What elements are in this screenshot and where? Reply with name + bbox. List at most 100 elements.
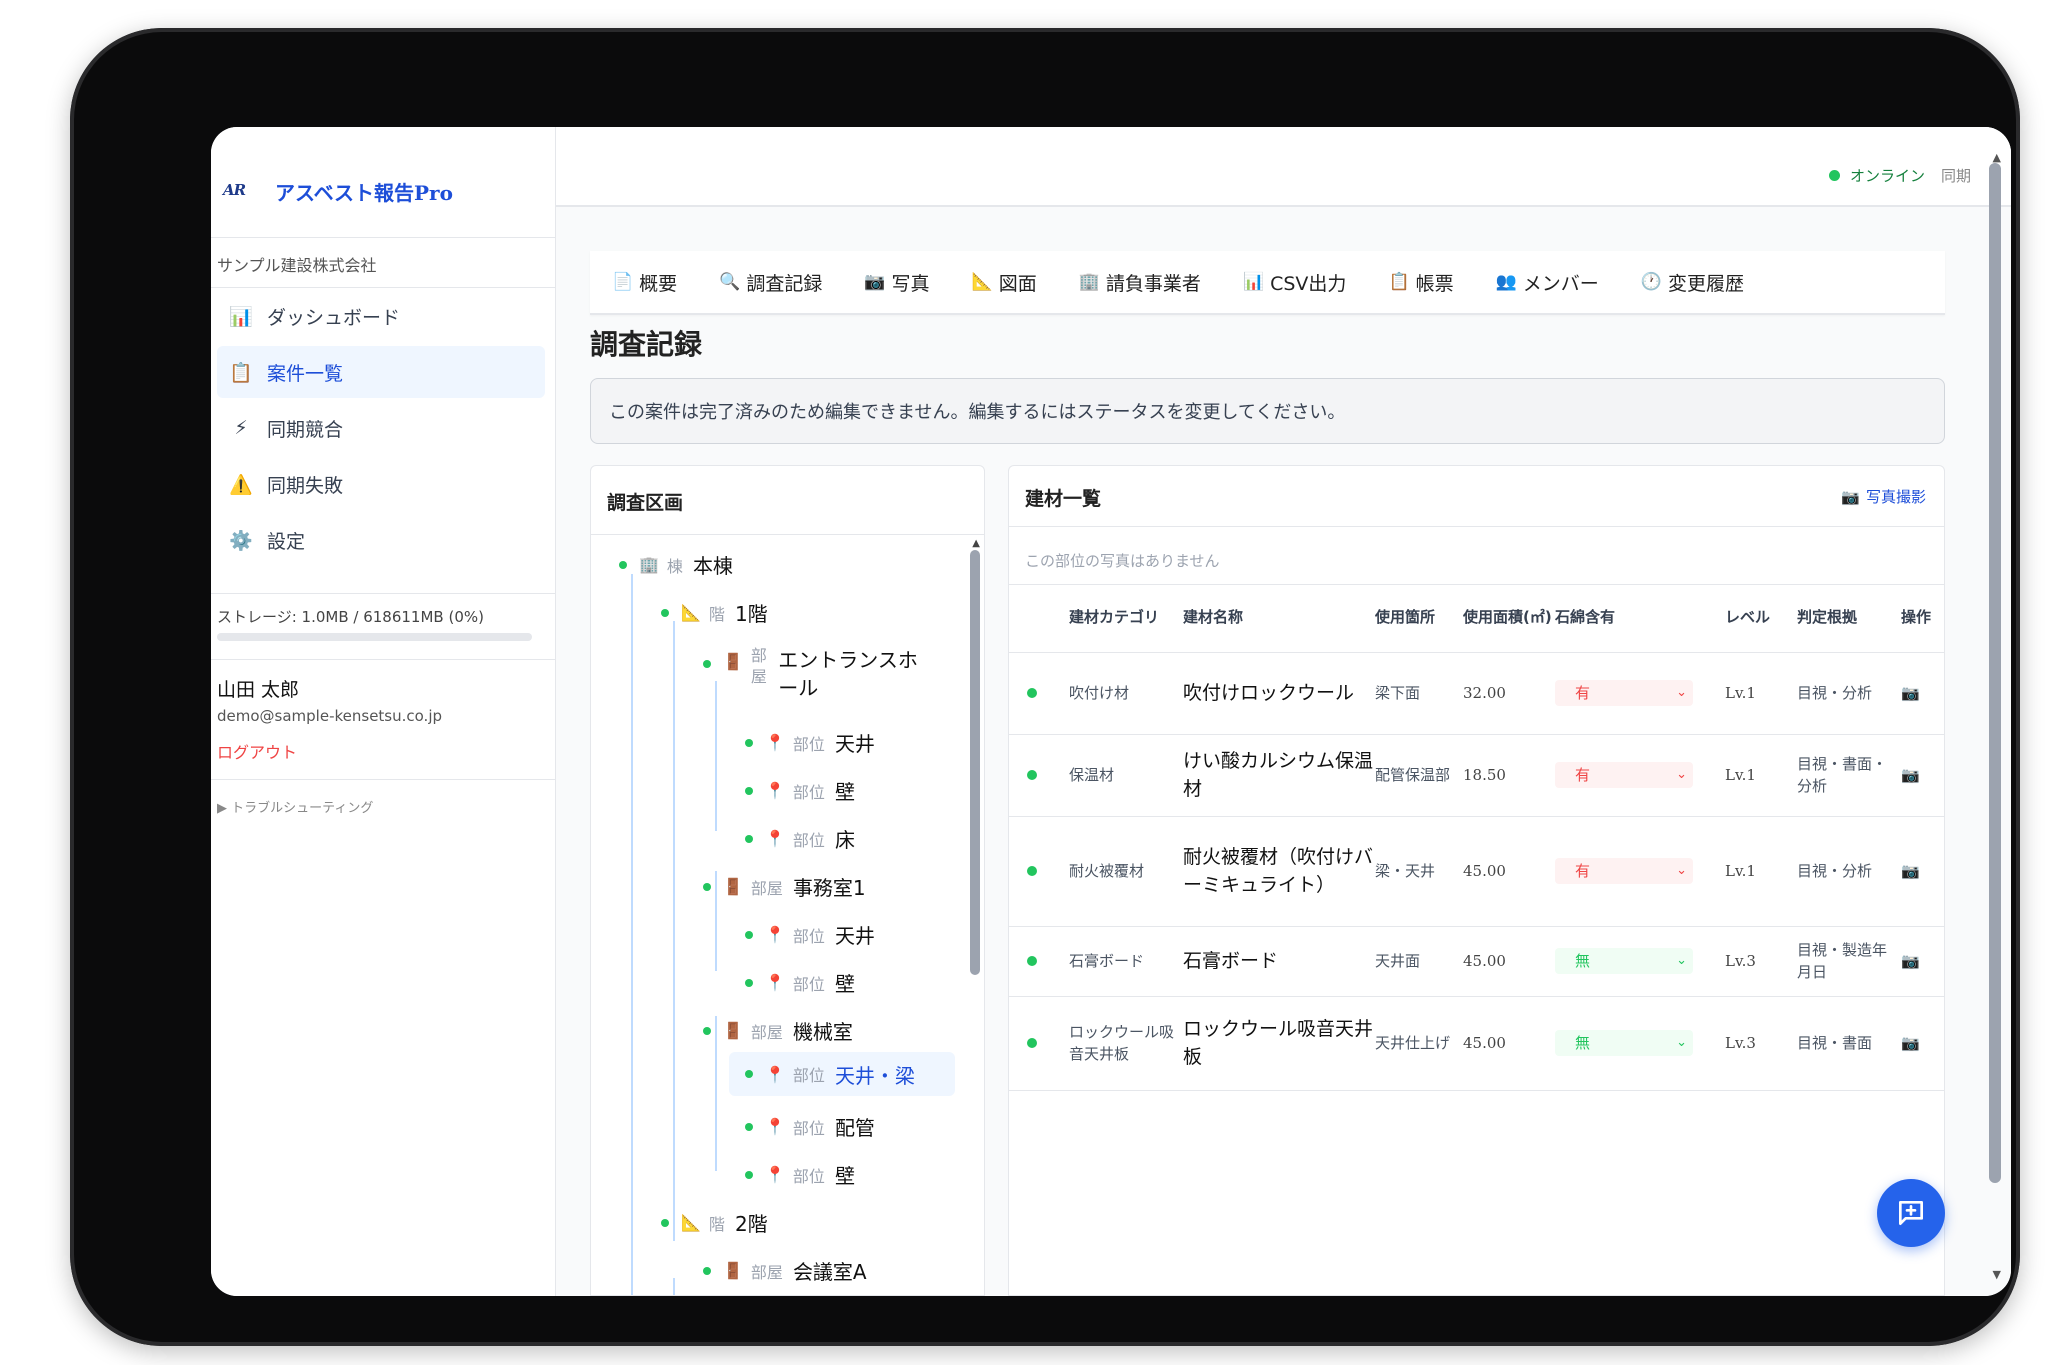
tree-node-room[interactable]: 🚪 部屋 機械室 <box>703 1016 853 1045</box>
node-type: 部位 <box>792 830 825 850</box>
tree-node-room[interactable]: 🚪 部屋 会議室A <box>703 1256 867 1285</box>
tree-node-room[interactable]: 🚪 部屋 エントランスホール <box>703 646 923 702</box>
tab-drawings[interactable]: 📐 図面 <box>972 269 1037 296</box>
divider <box>211 237 556 238</box>
tree-node-part[interactable]: 📍 部位 配管 <box>745 1112 875 1141</box>
sync-button[interactable]: 同期 <box>1941 165 1971 186</box>
chevron-down-icon: ⌄ <box>1676 767 1687 783</box>
pin-icon: 📍 <box>765 733 785 752</box>
table-row[interactable]: 石膏ボード 石膏ボード 天井面 45.00 無 ⌄ Lv.3 目視・製造年月日 📷 <box>1009 926 1944 997</box>
sidebar-item-dashboard[interactable]: 📊 ダッシュボード <box>217 290 545 342</box>
status-dot-icon <box>745 1070 753 1078</box>
node-type: 部位 <box>792 1166 825 1186</box>
tree-guide <box>673 621 675 1241</box>
header-basis[interactable]: 判定根拠 <box>1797 584 1901 653</box>
pin-icon: 📍 <box>765 829 785 848</box>
sidebar-item-label: 同期競合 <box>267 418 344 441</box>
status-dot-icon <box>1027 956 1037 966</box>
cell-location: 天井面 <box>1375 926 1463 997</box>
header-category[interactable]: 建材カテゴリ <box>1069 584 1183 653</box>
readonly-notice: この案件は完了済みのため編集できません。編集するにはステータスを変更してください… <box>590 378 1945 444</box>
cell-name: けい酸カルシウム保温材 <box>1183 734 1375 817</box>
tree-node-room[interactable]: 🚪 部屋 事務室1 <box>703 872 866 901</box>
tree-node-part[interactable]: 📍 部位 壁 <box>745 1160 855 1189</box>
camera-icon: 📷 <box>1841 487 1860 506</box>
sidebar-item-sync-conflicts[interactable]: ⚡ 同期競合 <box>217 402 545 454</box>
asbestos-select[interactable]: 有 ⌄ <box>1555 680 1693 706</box>
online-dot-icon <box>1828 170 1840 181</box>
tree-node-part[interactable]: 📍 部位 天井 <box>745 920 875 949</box>
tab-survey-records[interactable]: 🔍 調査記録 <box>719 269 822 296</box>
camera-icon[interactable]: 📷 <box>1901 816 1944 927</box>
node-type: 部屋 <box>750 878 783 898</box>
tab-overview[interactable]: 📄 概要 <box>612 269 677 296</box>
tab-label: 図面 <box>998 272 1037 295</box>
node-type: 階 <box>708 604 725 624</box>
page-scrollbar[interactable] <box>1989 163 2001 1183</box>
tab-label: CSV出力 <box>1270 272 1347 295</box>
table-row[interactable]: 耐火被覆材 耐火被覆材（吹付けバーミキュライト） 梁・天井 45.00 有 ⌄ L… <box>1009 816 1944 927</box>
tab-forms[interactable]: 📋 帳票 <box>1388 269 1453 296</box>
camera-icon[interactable]: 📷 <box>1901 652 1944 735</box>
tree-node-building[interactable]: 🏢 棟 本棟 <box>619 550 733 579</box>
node-type: 部位 <box>792 974 825 994</box>
table-row[interactable]: 保温材 けい酸カルシウム保温材 配管保温部 18.50 有 ⌄ Lv.1 目視・書… <box>1009 734 1944 817</box>
tree-scrollbar[interactable] <box>970 550 980 975</box>
table-row[interactable]: ロックウール吸音天井板 ロックウール吸音天井板 天井仕上げ 45.00 無 ⌄ L… <box>1009 996 1944 1091</box>
tree-node-part[interactable]: 📍 部位 床 <box>745 824 855 853</box>
tab-members[interactable]: 👥 メンバー <box>1496 269 1599 296</box>
node-label: 天井・梁 <box>834 1063 915 1088</box>
take-photo-button[interactable]: 📷 写真撮影 <box>1841 486 1926 507</box>
tab-history[interactable]: 🕐 変更履歴 <box>1641 269 1744 296</box>
tab-photos[interactable]: 📷 写真 <box>864 269 929 296</box>
node-type: 部位 <box>792 782 825 802</box>
table-row[interactable]: 吹付け材 吹付けロックウール 梁下面 32.00 有 ⌄ Lv.1 目視・分析 📷 <box>1009 652 1944 735</box>
tree-node-part[interactable]: 📍 部位 天井 <box>745 728 875 757</box>
header-area[interactable]: 使用面積(㎡) <box>1463 584 1555 653</box>
brand-logo-icon: AR <box>223 180 246 199</box>
sidebar-item-projects[interactable]: 📋 案件一覧 <box>217 346 545 398</box>
troubleshooting-toggle[interactable]: ▶ トラブルシューティング <box>217 797 373 816</box>
scroll-down-icon[interactable]: ▼ <box>1993 1268 2001 1281</box>
asbestos-select[interactable]: 無 ⌄ <box>1555 948 1693 974</box>
asbestos-select[interactable]: 無 ⌄ <box>1555 1030 1693 1056</box>
camera-icon[interactable]: 📷 <box>1901 926 1944 997</box>
sidebar-item-sync-failures[interactable]: ⚠️ 同期失敗 <box>217 458 545 510</box>
tab-csv-export[interactable]: 📊 CSV出力 <box>1243 269 1347 296</box>
cell-level: Lv.1 <box>1725 652 1797 735</box>
feedback-chat-button[interactable] <box>1877 1179 1945 1247</box>
scroll-up-icon[interactable]: ▲ <box>972 538 980 549</box>
cell-category: 耐火被覆材 <box>1069 816 1183 927</box>
cell-level: Lv.1 <box>1725 734 1797 817</box>
header-location[interactable]: 使用箇所 <box>1375 584 1463 653</box>
select-value: 有 <box>1575 861 1591 880</box>
brand[interactable]: AR アスベスト報告Pro <box>223 177 453 206</box>
storage-usage: ストレージ: 1.0MB / 618611MB (0%) <box>217 608 484 626</box>
header-asbestos[interactable]: 石綿含有 <box>1555 584 1725 653</box>
tablet-frame: AR アスベスト報告Pro サンプル建設株式会社 📊 ダッシュボード 📋 案件一… <box>70 28 2020 1346</box>
header-level[interactable]: レベル <box>1725 584 1797 653</box>
logout-link[interactable]: ログアウト <box>217 739 297 763</box>
camera-icon[interactable]: 📷 <box>1901 996 1944 1091</box>
asbestos-select[interactable]: 有 ⌄ <box>1555 762 1693 788</box>
cell-name: 石膏ボード <box>1183 926 1375 997</box>
panel-title: 調査区画 <box>607 492 684 514</box>
tab-contractors[interactable]: 🏢 請負事業者 <box>1079 269 1201 296</box>
header-name[interactable]: 建材名称 <box>1183 584 1375 653</box>
tree-node-part[interactable]: 📍 部位 壁 <box>745 968 855 997</box>
tree-node-part[interactable]: 📍 部位 壁 <box>745 776 855 805</box>
status-dot-icon <box>745 930 753 939</box>
node-label: 床 <box>834 828 855 852</box>
sidebar-item-settings[interactable]: ⚙️ 設定 <box>217 514 545 566</box>
cell-location: 配管保温部 <box>1375 734 1463 817</box>
camera-icon[interactable]: 📷 <box>1901 734 1944 817</box>
tree-node-part-selected[interactable]: 📍 部位 天井・梁 <box>729 1052 955 1096</box>
tab-label: 変更履歴 <box>1667 272 1744 295</box>
node-type: 部位 <box>792 926 825 946</box>
asbestos-select[interactable]: 有 ⌄ <box>1555 858 1693 884</box>
node-label: 事務室1 <box>792 876 866 900</box>
warning-icon: ⚠️ <box>229 473 253 496</box>
node-type: 部位 <box>792 1118 825 1138</box>
tree-node-floor[interactable]: 📐 階 1階 <box>661 598 768 627</box>
tree-node-floor[interactable]: 📐 階 2階 <box>661 1208 768 1237</box>
